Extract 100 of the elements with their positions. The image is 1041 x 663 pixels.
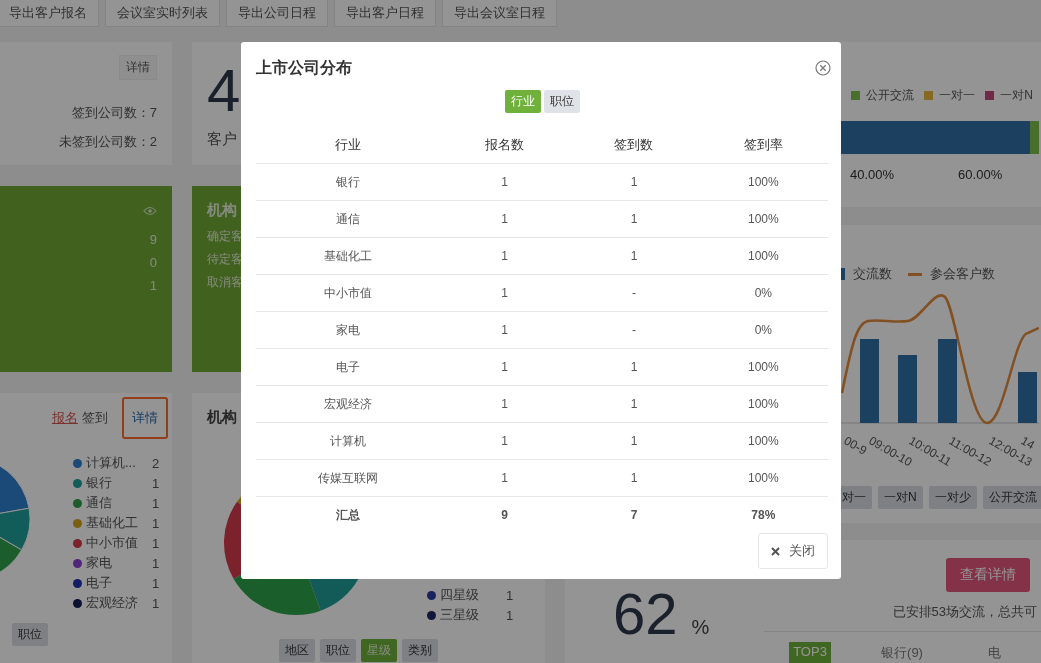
rate-value: 62 bbox=[613, 585, 678, 643]
card-title: 机构 bbox=[207, 408, 237, 427]
legend-count: 1 bbox=[152, 515, 160, 531]
legend-label: 通信 bbox=[86, 494, 113, 512]
filter-button[interactable]: 公开交流 bbox=[982, 486, 1041, 509]
table-cell: 1 bbox=[569, 459, 699, 497]
table-cell: 银行 bbox=[256, 163, 440, 201]
tab[interactable]: 报名 bbox=[52, 409, 78, 427]
export-button[interactable]: 导出公司日程 bbox=[226, 0, 328, 27]
table-cell: 100% bbox=[698, 200, 828, 238]
table-cell: 1 bbox=[569, 163, 699, 201]
tab[interactable]: 签到 bbox=[82, 409, 108, 427]
table-cell: 家电 bbox=[256, 311, 440, 349]
legend-count: 1 bbox=[506, 607, 514, 623]
table-cell: 1 bbox=[440, 385, 570, 423]
total-cell: 7 bbox=[569, 496, 699, 533]
view-details-button[interactable]: 查看详情 bbox=[946, 558, 1030, 592]
legend-label: 三星级 bbox=[440, 606, 480, 624]
export-button[interactable]: 导出会议室日程 bbox=[442, 0, 557, 27]
rate-unit: % bbox=[691, 616, 710, 639]
legend-count: 1 bbox=[152, 595, 160, 611]
table-cell: 100% bbox=[698, 385, 828, 423]
legend-label: 中小市值 bbox=[86, 534, 139, 552]
table-cell: 1 bbox=[569, 422, 699, 460]
table-cell: 0% bbox=[698, 274, 828, 312]
filter-button[interactable]: 地区 bbox=[279, 639, 315, 662]
table-cell: - bbox=[569, 311, 699, 349]
filter-button[interactable]: 一对N bbox=[878, 486, 923, 509]
table-cell: 1 bbox=[569, 200, 699, 238]
legend-label: 计算机... bbox=[86, 454, 137, 472]
close-icon[interactable] bbox=[815, 60, 831, 76]
filter-button[interactable]: 职位 bbox=[320, 639, 356, 662]
table-cell: 1 bbox=[440, 311, 570, 349]
stat-text: 确定客 bbox=[207, 228, 243, 245]
legend-count: 1 bbox=[152, 575, 160, 591]
table-cell: 100% bbox=[698, 459, 828, 497]
legend-label: 参会客户数 bbox=[930, 265, 995, 283]
legend-count: 1 bbox=[152, 535, 160, 551]
legend-count: 1 bbox=[506, 587, 514, 603]
stat-text: 取消客 bbox=[207, 274, 243, 291]
filter-button[interactable]: 职位 bbox=[12, 623, 48, 646]
close-button[interactable]: 关闭 bbox=[758, 533, 828, 569]
table-cell: 100% bbox=[698, 422, 828, 460]
table-cell: 电子 bbox=[256, 348, 440, 386]
table-cell: 1 bbox=[440, 163, 570, 201]
legend-label: 一对一 bbox=[939, 87, 976, 104]
export-button[interactable]: 导出客户报名 bbox=[0, 0, 99, 27]
table-cell: 1 bbox=[440, 348, 570, 386]
legend-label: 家电 bbox=[86, 554, 113, 572]
detail-button[interactable]: 详情 bbox=[119, 55, 157, 80]
close-icon bbox=[771, 546, 780, 556]
table-cell: 100% bbox=[698, 237, 828, 275]
table-cell: 计算机 bbox=[256, 422, 440, 460]
column-header: 报名数 bbox=[440, 127, 570, 164]
modal-title: 上市公司分布 bbox=[256, 57, 352, 78]
legend-label: 基础化工 bbox=[86, 514, 139, 532]
tab[interactable]: 电 bbox=[983, 642, 1005, 663]
table-cell: 1 bbox=[569, 237, 699, 275]
table-cell: 传媒互联网 bbox=[256, 459, 440, 497]
detail-link[interactable]: 详情 bbox=[122, 397, 168, 439]
table-cell: 100% bbox=[698, 163, 828, 201]
export-button[interactable]: 导出客户日程 bbox=[334, 0, 436, 27]
column-header: 签到数 bbox=[569, 127, 699, 164]
legend-count: 2 bbox=[152, 455, 160, 471]
table-cell: 1 bbox=[569, 348, 699, 386]
column-header: 签到率 bbox=[698, 127, 828, 164]
legend-label: 宏观经济 bbox=[86, 594, 139, 612]
bar bbox=[1018, 372, 1037, 423]
legend-label: 四星级 bbox=[440, 586, 480, 604]
export-button[interactable]: 会议室实时列表 bbox=[105, 0, 220, 27]
table-cell: 1 bbox=[440, 200, 570, 238]
stat-text: 待定客 bbox=[207, 251, 243, 268]
card-title: 机构 bbox=[207, 201, 237, 220]
stat-text: 签到公司数：7 bbox=[71, 104, 157, 122]
axis-label: 40.00% bbox=[850, 167, 895, 182]
total-cell: 78% bbox=[698, 496, 828, 533]
table-cell: 基础化工 bbox=[256, 237, 440, 275]
legend-count: 1 bbox=[152, 495, 160, 511]
legend-count: 1 bbox=[152, 475, 160, 491]
legend-count: 1 bbox=[152, 555, 160, 571]
table-cell: 中小市值 bbox=[256, 274, 440, 312]
count-text: 0 bbox=[149, 254, 157, 272]
bar bbox=[898, 355, 917, 423]
table-cell: 0% bbox=[698, 311, 828, 349]
tab[interactable]: 银行(9) bbox=[877, 642, 927, 663]
toggle-button[interactable]: 行业 bbox=[504, 90, 541, 113]
table-cell: 1 bbox=[569, 385, 699, 423]
legend-label: 银行 bbox=[86, 474, 113, 492]
legend-label: 交流数 bbox=[853, 265, 892, 283]
filter-button[interactable]: 类别 bbox=[402, 639, 438, 662]
table-cell: 1 bbox=[440, 237, 570, 275]
total-cell: 汇总 bbox=[256, 496, 440, 533]
filter-button[interactable]: 一对少 bbox=[928, 486, 977, 509]
table-cell: 1 bbox=[440, 459, 570, 497]
table-cell: 1 bbox=[440, 274, 570, 312]
stat-text: 未签到公司数：2 bbox=[58, 133, 157, 151]
table-cell: 通信 bbox=[256, 200, 440, 238]
toggle-button[interactable]: 职位 bbox=[543, 90, 580, 113]
count-text: 9 bbox=[149, 231, 157, 249]
tab[interactable]: TOP3 bbox=[789, 642, 831, 663]
